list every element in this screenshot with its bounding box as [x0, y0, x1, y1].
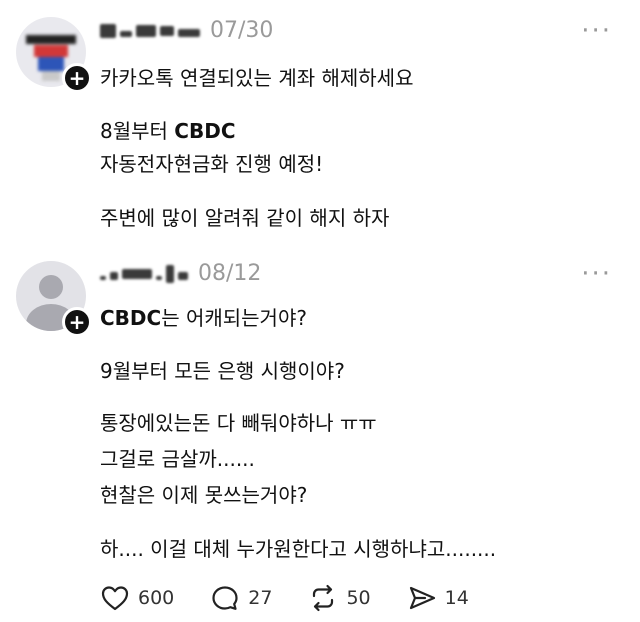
action-bar: 600 27 50 14 — [100, 584, 505, 612]
post-date: 07/30 — [210, 18, 274, 43]
post-header: 07/30 — [100, 18, 273, 43]
post-text-line: 8월부터 CBDC — [100, 119, 236, 143]
repost-icon — [308, 584, 338, 612]
post-date: 08/12 — [198, 261, 262, 286]
post-header: 08/12 — [100, 261, 261, 286]
repost-button[interactable]: 50 — [308, 584, 371, 612]
post-text-line: 하.... 이걸 대체 누가원한다고 시행하냐고........ — [100, 537, 497, 561]
post-text-line: CBDC는 어캐되는거야? — [100, 306, 307, 330]
follow-plus-icon[interactable]: + — [62, 63, 92, 93]
post-text-line: 그걸로 금살까...... — [100, 447, 255, 471]
post-text-line: 주변에 많이 알려줘 같이 해지 하자 — [100, 206, 390, 230]
username[interactable] — [100, 264, 188, 283]
post-text-line: 9월부터 모든 은행 시행이야? — [100, 359, 345, 383]
follow-plus-icon[interactable]: + — [62, 307, 92, 337]
post-text-line: 자동전자현금화 진행 예정! — [100, 152, 324, 176]
post-text-line: 카카오톡 연결되있는 계좌 해제하세요 — [100, 66, 414, 90]
comment-button[interactable]: 27 — [210, 584, 272, 612]
repost-count: 50 — [346, 587, 371, 609]
post-text-line: 통장에있는돈 다 빼둬야하나 ㅠㅠ — [100, 411, 377, 435]
username[interactable] — [100, 23, 200, 38]
send-icon — [407, 584, 437, 612]
more-options-icon[interactable]: ··· — [581, 261, 612, 287]
avatar-post-1[interactable]: + — [16, 17, 92, 93]
share-button[interactable]: 14 — [407, 584, 469, 612]
comment-count: 27 — [248, 587, 273, 609]
post-text-line: 현찰은 이제 못쓰는거야? — [100, 483, 308, 507]
heart-icon — [100, 584, 130, 612]
avatar-post-2[interactable]: + — [16, 261, 92, 337]
more-options-icon[interactable]: ··· — [581, 18, 612, 44]
like-button[interactable]: 600 — [100, 584, 174, 612]
share-count: 14 — [444, 587, 469, 609]
comment-icon — [210, 584, 240, 612]
like-count: 600 — [138, 587, 175, 609]
